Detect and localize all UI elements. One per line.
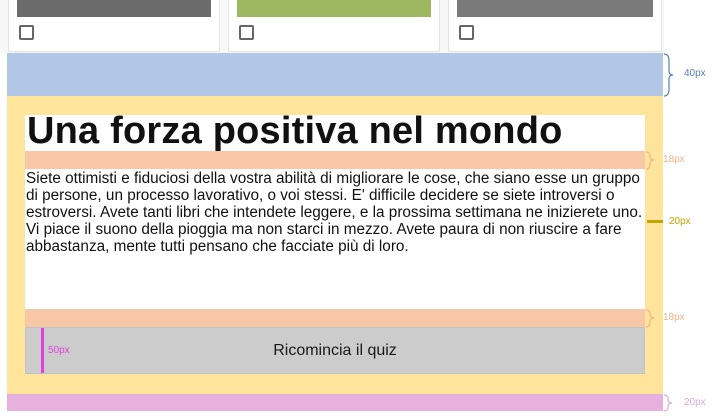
card-checkbox[interactable] xyxy=(459,25,474,40)
restart-quiz-button[interactable]: Ricomincia il quiz xyxy=(25,327,645,374)
title-spacer xyxy=(25,151,645,169)
spacing-band-bottom xyxy=(7,394,663,411)
result-cards-strip xyxy=(0,0,664,53)
text-gap-brace-icon xyxy=(645,309,655,328)
button-padding-label: 50px xyxy=(48,345,70,356)
blue-band-size-label: 40px xyxy=(684,68,706,79)
result-card[interactable] xyxy=(228,0,440,52)
text-gap-size-label: 18px xyxy=(663,312,685,323)
card-checkbox[interactable] xyxy=(239,25,254,40)
inner-padding-size-label: 20px xyxy=(669,216,691,227)
card-image xyxy=(457,0,653,17)
spacing-band-top xyxy=(7,53,663,96)
bottom-band-size-label: 20px xyxy=(684,397,706,408)
card-image xyxy=(237,0,431,17)
result-title: Una forza positiva nel mondo xyxy=(27,110,563,152)
inner-padding-marker xyxy=(647,220,663,223)
text-spacer xyxy=(25,309,645,327)
restart-quiz-label: Ricomincia il quiz xyxy=(273,341,397,359)
result-card[interactable] xyxy=(448,0,662,52)
card-image xyxy=(17,0,211,17)
bottom-band-brace-icon xyxy=(663,394,673,412)
title-gap-size-label: 18px xyxy=(663,154,685,165)
card-checkbox[interactable] xyxy=(19,25,34,40)
title-gap-brace-icon xyxy=(645,151,655,170)
result-card[interactable] xyxy=(8,0,220,52)
button-padding-marker xyxy=(41,328,44,373)
blue-band-brace-icon xyxy=(663,53,674,97)
result-description: Siete ottimisti e fiduciosi della vostra… xyxy=(26,170,643,255)
